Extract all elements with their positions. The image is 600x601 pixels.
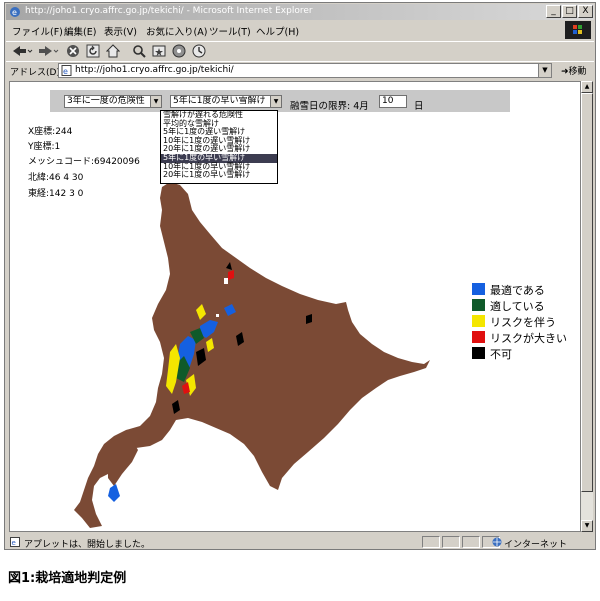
- longitude-readout: 東経:142 3 0: [28, 189, 84, 199]
- favorites-icon[interactable]: [150, 42, 168, 59]
- scroll-down-icon[interactable]: ▼: [581, 520, 593, 532]
- day-unit-label: 日: [414, 101, 424, 112]
- y-coordinate-readout: Y座標:1: [28, 142, 61, 152]
- figure-caption: 図1:栽培適地判定例: [8, 571, 127, 586]
- chevron-down-icon: ▼: [150, 96, 161, 107]
- address-url: http://joho1.cryo.affrc.go.jp/tekichi/: [75, 65, 234, 75]
- x-coordinate-readout: X座標:244: [28, 127, 73, 137]
- minimize-button[interactable]: _: [546, 5, 561, 18]
- map-peninsula-south: [108, 438, 138, 486]
- forward-icon[interactable]: [36, 42, 60, 59]
- refresh-icon[interactable]: [84, 42, 102, 59]
- chevron-down-icon: ▼: [270, 96, 281, 107]
- media-icon[interactable]: [170, 42, 188, 59]
- page-status-icon: e: [10, 537, 20, 547]
- close-button[interactable]: X: [578, 5, 593, 18]
- address-bar: アドレス(D) e http://joho1.cryo.affrc.go.jp/…: [6, 61, 594, 80]
- map-land-area: [74, 182, 430, 528]
- address-label: アドレス(D): [10, 68, 60, 78]
- page-content: 3年に一度の危険性 ▼ 5年に1度の早い雪解け ▼ 融雪日の限界: 4月 10 …: [9, 81, 581, 532]
- snowmelt-limit-label: 融雪日の限界: 4月: [290, 101, 369, 112]
- latitude-readout: 北緯:46 4 30: [28, 173, 84, 183]
- legend-swatch: [472, 315, 485, 327]
- windows-logo-icon: [565, 21, 591, 39]
- legend-swatch: [472, 331, 485, 343]
- applet-control-bar: 3年に一度の危険性 ▼ 5年に1度の早い雪解け ▼ 融雪日の限界: 4月 10 …: [50, 90, 510, 112]
- menu-edit[interactable]: 編集(E): [64, 24, 96, 38]
- browser-window: e http://joho1.cryo.affrc.go.jp/tekichi/…: [4, 2, 596, 550]
- svg-text:e: e: [12, 539, 16, 547]
- status-bar: e アプレットは、開始しました。 インターネット: [6, 535, 594, 550]
- menu-favorites[interactable]: お気に入り(A): [146, 24, 207, 38]
- status-pane: [462, 536, 480, 548]
- title-bar: e http://joho1.cryo.affrc.go.jp/tekichi/…: [6, 4, 594, 20]
- melt-dropdown-list: 雪解けが遅れる危険性 平均的な雪解け 5年に1度の遅い雪解け 10年に1度の遅い…: [160, 110, 278, 184]
- security-zone-label: インターネット: [504, 540, 568, 550]
- svg-text:e: e: [12, 8, 17, 17]
- go-arrow-icon: ➜: [561, 67, 569, 77]
- vertical-scrollbar[interactable]: ▲ ▼: [581, 81, 593, 532]
- map-zone-optimal-3: [108, 484, 120, 502]
- scroll-up-icon[interactable]: ▲: [581, 81, 593, 93]
- dropdown-option[interactable]: 20年に1度の早い雪解け: [161, 171, 277, 180]
- svg-text:e: e: [63, 67, 68, 76]
- melt-select[interactable]: 5年に1度の早い雪解け ▼: [170, 95, 282, 108]
- map-gap: [224, 278, 228, 284]
- legend-swatch: [472, 347, 485, 359]
- menu-tools[interactable]: ツール(T): [209, 24, 251, 38]
- address-input[interactable]: e http://joho1.cryo.affrc.go.jp/tekichi/…: [58, 63, 552, 78]
- stop-icon[interactable]: [64, 42, 82, 59]
- home-icon[interactable]: [104, 42, 122, 59]
- ie-logo-icon: e: [10, 7, 20, 17]
- status-pane: [422, 536, 440, 548]
- menu-bar: ファイル(F) 編集(E) 表示(V) お気に入り(A) ツール(T) ヘルプ(…: [6, 21, 594, 39]
- window-title: http://joho1.cryo.affrc.go.jp/tekichi/ -…: [25, 6, 313, 16]
- search-icon[interactable]: [130, 42, 148, 59]
- menu-help[interactable]: ヘルプ(H): [256, 24, 299, 38]
- menu-file[interactable]: ファイル(F): [12, 24, 63, 38]
- day-input[interactable]: 10: [379, 95, 407, 108]
- status-pane: [442, 536, 460, 548]
- page-icon: e: [61, 65, 72, 76]
- go-button[interactable]: ➜移動: [561, 64, 587, 77]
- maximize-button[interactable]: □: [562, 5, 577, 18]
- globe-icon: [492, 537, 502, 547]
- history-icon[interactable]: [190, 42, 208, 59]
- mesh-code-readout: メッシュコード:69420096: [28, 157, 140, 167]
- back-icon[interactable]: [10, 42, 34, 59]
- toolbar: [6, 41, 594, 60]
- address-dropdown-button[interactable]: ▼: [538, 64, 551, 77]
- menu-view[interactable]: 表示(V): [104, 24, 137, 38]
- legend-swatch: [472, 299, 485, 311]
- risk-select[interactable]: 3年に一度の危険性 ▼: [64, 95, 162, 108]
- status-text: アプレットは、開始しました。: [24, 540, 151, 550]
- scroll-thumb[interactable]: [581, 93, 593, 492]
- legend-swatch: [472, 283, 485, 295]
- map-gap-2: [216, 314, 219, 317]
